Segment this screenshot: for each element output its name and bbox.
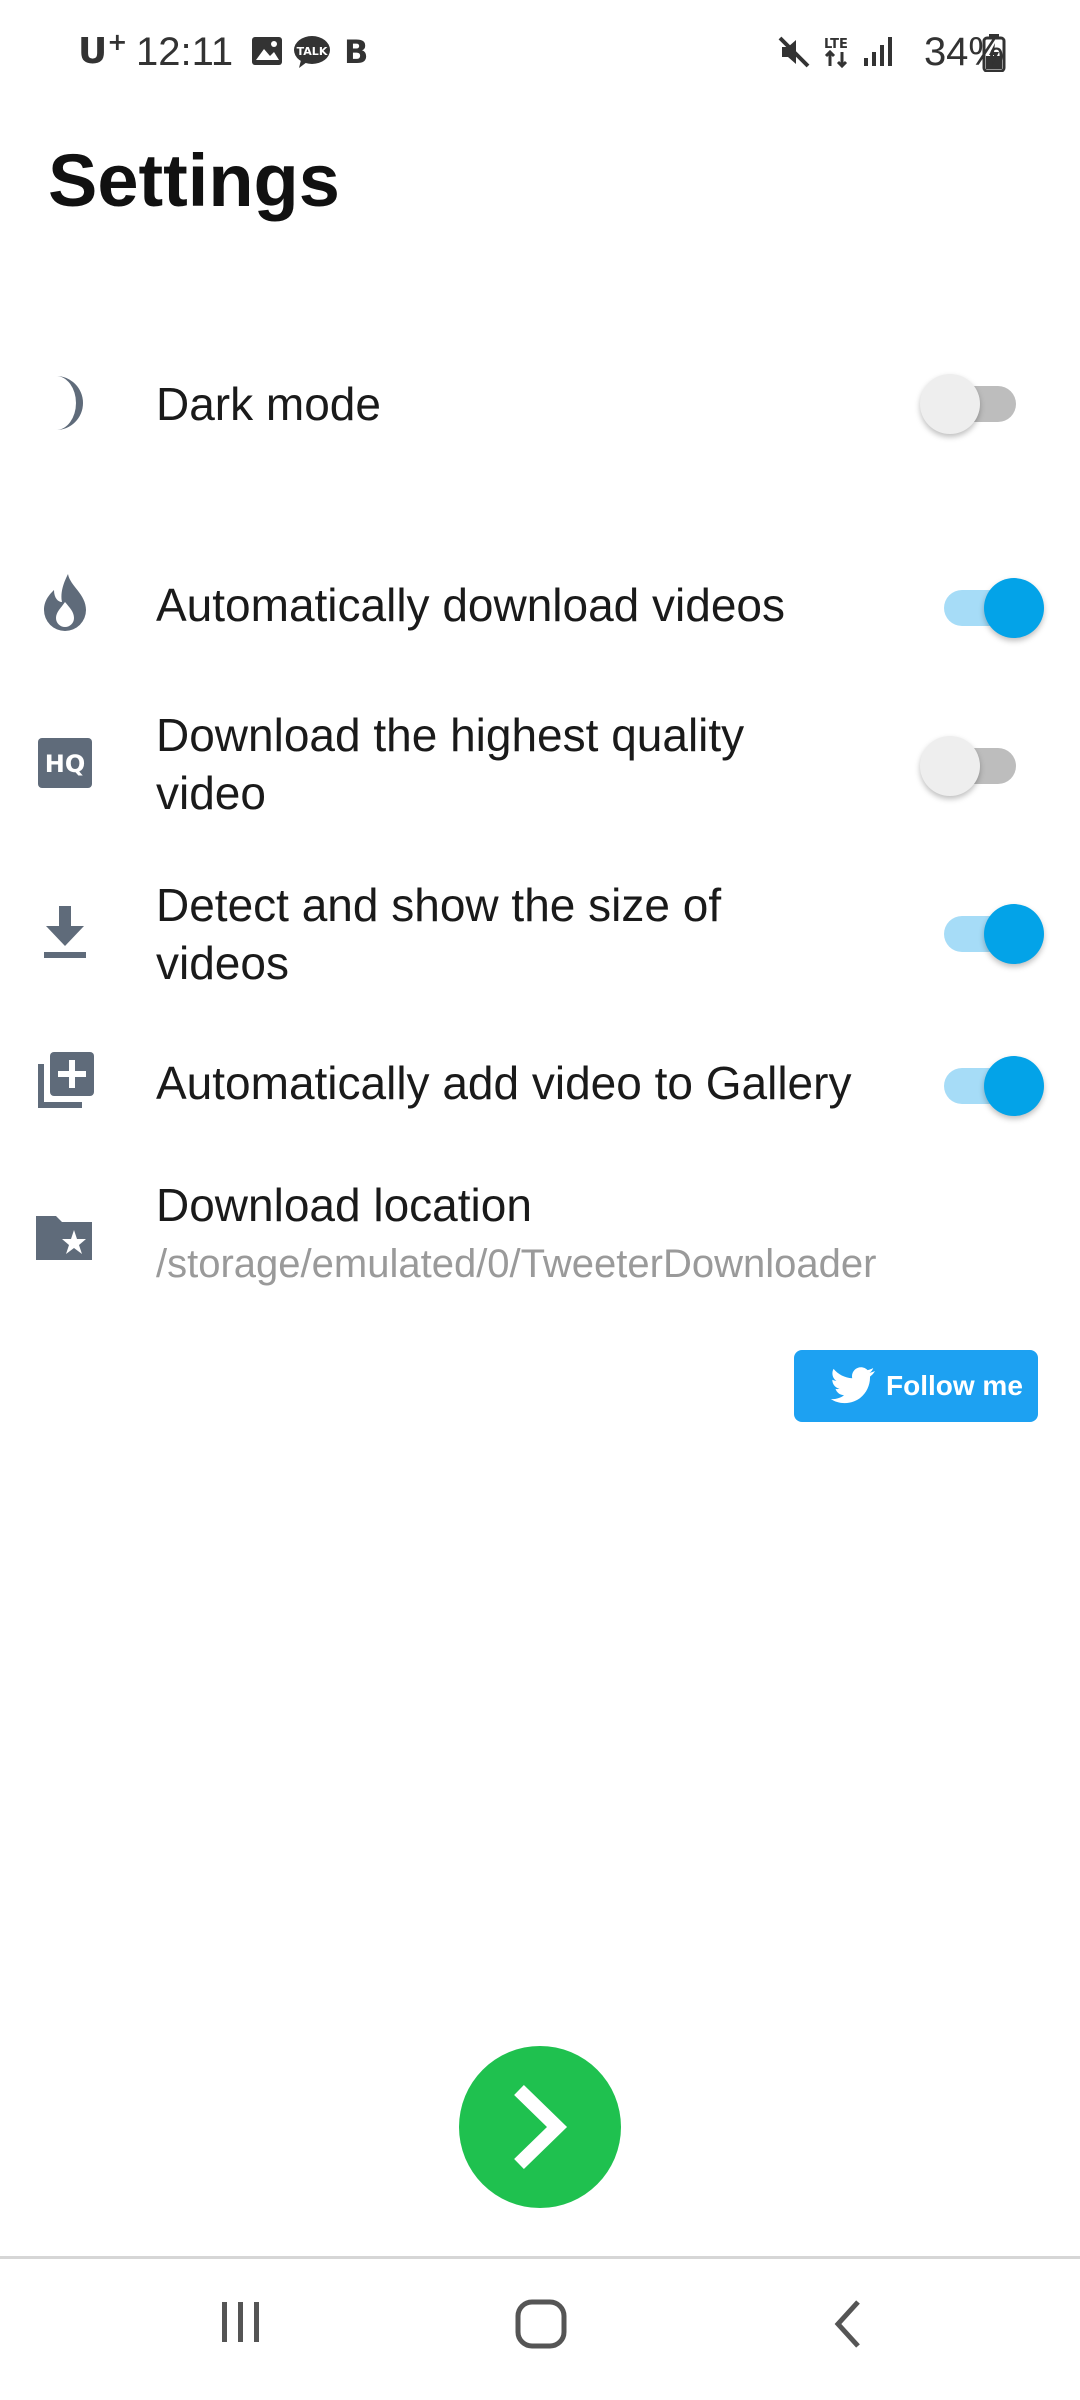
signal-icon bbox=[864, 37, 892, 66]
b-icon: B bbox=[344, 34, 368, 68]
back-icon[interactable] bbox=[826, 2296, 870, 2352]
setting-dark-mode[interactable]: Dark mode bbox=[0, 362, 1080, 446]
download-location-label: Download location bbox=[156, 1179, 532, 1231]
toggle-thumb bbox=[920, 736, 980, 796]
highest-quality-label: Download the highest quality video bbox=[156, 709, 745, 819]
nav-divider bbox=[0, 2256, 1080, 2259]
dark-mode-label: Dark mode bbox=[156, 378, 381, 430]
add-to-gallery-label: Automatically add video to Gallery bbox=[156, 1057, 852, 1109]
status-time: 12:11 bbox=[136, 30, 234, 74]
add-to-gallery-toggle[interactable] bbox=[934, 1052, 1044, 1116]
home-icon[interactable] bbox=[514, 2296, 570, 2352]
status-bar: U+ 12:11 TALK B LTE 34% bbox=[0, 0, 1080, 104]
detect-size-label: Detect and show the size of videos bbox=[156, 879, 722, 989]
hq-icon: HQ bbox=[38, 738, 92, 788]
settings-screen: U+ 12:11 TALK B LTE 34% Settings Dark mo… bbox=[0, 0, 1080, 2400]
battery-charging-icon bbox=[982, 34, 1006, 72]
folder-star-icon bbox=[36, 1216, 92, 1260]
flame-icon bbox=[44, 574, 86, 631]
toggle-thumb bbox=[984, 904, 1044, 964]
auto-download-toggle[interactable] bbox=[934, 574, 1044, 638]
setting-highest-quality[interactable]: HQ Download the highest quality video bbox=[0, 702, 1080, 826]
auto-download-label: Automatically download videos bbox=[156, 579, 786, 631]
carrier-label: U+ bbox=[78, 28, 127, 72]
add-to-library-icon bbox=[38, 1052, 94, 1108]
mute-icon bbox=[778, 36, 810, 68]
svg-text:HQ: HQ bbox=[45, 750, 86, 778]
download-location-path: /storage/emulated/0/TweeterDownloader bbox=[156, 1242, 877, 1286]
page-title: Settings bbox=[48, 139, 340, 222]
setting-download-location[interactable]: Download location /storage/emulated/0/Tw… bbox=[0, 1176, 1080, 1300]
svg-text:TALK: TALK bbox=[297, 45, 328, 58]
setting-detect-size[interactable]: Detect and show the size of videos bbox=[0, 872, 1080, 996]
svg-text:LTE: LTE bbox=[824, 37, 848, 52]
toggle-thumb bbox=[984, 1056, 1044, 1116]
next-button[interactable] bbox=[459, 2046, 621, 2208]
lte-icon: LTE bbox=[824, 37, 848, 69]
talk-icon: TALK bbox=[294, 36, 330, 68]
carrier-plus: + bbox=[107, 28, 128, 56]
detect-size-toggle[interactable] bbox=[934, 900, 1044, 964]
follow-me-label: Follow me bbox=[886, 1370, 1023, 1401]
toggle-thumb bbox=[920, 374, 980, 434]
highest-quality-toggle[interactable] bbox=[920, 732, 1030, 796]
twitter-bird-icon bbox=[830, 1367, 875, 1404]
carrier-name: U bbox=[78, 31, 108, 72]
toggle-thumb bbox=[984, 578, 1044, 638]
follow-me-button[interactable]: Follow me bbox=[794, 1350, 1038, 1422]
setting-auto-download[interactable]: Automatically download videos bbox=[0, 568, 1080, 646]
chevron-right-icon bbox=[514, 2084, 568, 2170]
image-icon bbox=[252, 37, 282, 65]
svg-text:B: B bbox=[344, 34, 368, 68]
dark-mode-toggle[interactable] bbox=[920, 370, 1030, 434]
setting-add-to-gallery[interactable]: Automatically add video to Gallery bbox=[0, 1046, 1080, 1120]
moon-icon bbox=[56, 376, 84, 430]
download-icon bbox=[44, 906, 86, 958]
recent-apps-icon[interactable] bbox=[214, 2296, 266, 2348]
